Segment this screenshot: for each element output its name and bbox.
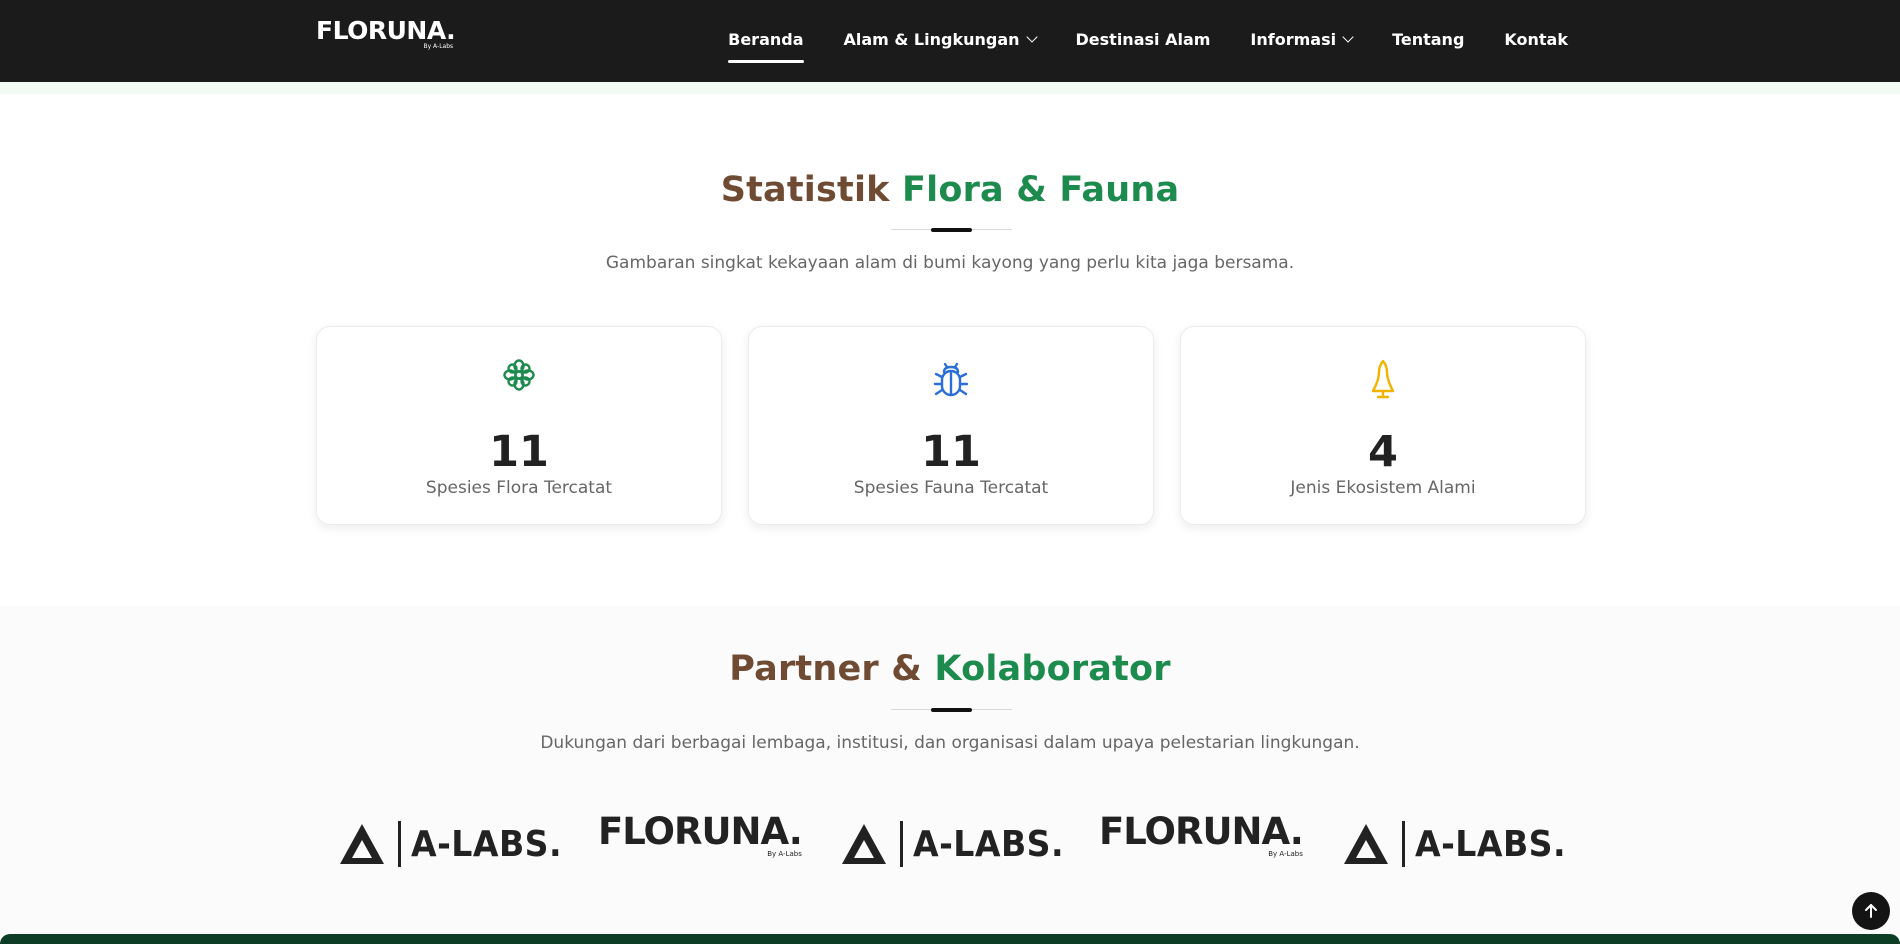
nav-tentang[interactable]: Tentang [1392, 30, 1464, 49]
brand-name: FLORUNA. [316, 16, 456, 45]
stat-value: 11 [921, 427, 981, 477]
partner-logo-text: FLORUNA. [598, 810, 803, 853]
stat-card-ekosistem: 4 Jenis Ekosistem Alami [1180, 326, 1586, 525]
partner-subtitle: Dukungan dari berbagai lembaga, institus… [540, 733, 1360, 753]
alabs-mark-icon [340, 824, 384, 864]
hero-bottom-strip [0, 82, 1900, 94]
partner-title-part1: Partner & [729, 649, 922, 689]
bug-icon [749, 358, 1153, 400]
nav-destinasi-alam[interactable]: Destinasi Alam [1076, 30, 1211, 49]
stats-title-part2: Flora & Fauna [902, 170, 1180, 210]
alabs-mark-icon [842, 824, 886, 864]
stat-label: Spesies Flora Tercatat [425, 478, 613, 498]
stat-value: 11 [489, 427, 549, 477]
nav-beranda[interactable]: Beranda [728, 29, 804, 63]
arrow-up-icon [1865, 904, 1877, 918]
stats-title: Statistik Flora & Fauna [0, 170, 1900, 210]
main-nav: Beranda Alam & Lingkungan Destinasi Alam… [728, 0, 1568, 78]
partner-title-part2: Kolaborator [934, 649, 1171, 689]
partner-logo-alabs[interactable]: A-LABS. [1340, 820, 1579, 868]
footer-top-edge [0, 934, 1900, 944]
stats-title-part1: Statistik [720, 170, 890, 210]
partner-logo-text: FLORUNA. [1099, 810, 1304, 853]
nav-label: Alam & Lingkungan [843, 29, 1020, 49]
nav-informasi[interactable]: Informasi [1250, 29, 1354, 49]
partner-logo-text: A-LABS. [1415, 823, 1567, 865]
stats-subtitle: Gambaran singkat kekayaan alam di bumi k… [605, 253, 1295, 273]
nav-label: Destinasi Alam [1075, 29, 1211, 49]
partner-logo-alabs[interactable]: A-LABS. [336, 820, 575, 868]
stat-label: Jenis Ekosistem Alami [1290, 478, 1476, 498]
nav-label: Informasi [1250, 29, 1337, 49]
partner-logo-alabs[interactable]: A-LABS. [838, 820, 1077, 868]
back-to-top-button[interactable] [1852, 892, 1890, 930]
navbar: FLORUNA. By A-Labs Beranda Alam & Lingku… [0, 0, 1900, 82]
chevron-down-icon [1025, 30, 1038, 43]
tree-icon [1181, 358, 1585, 400]
stats-divider [891, 228, 1012, 232]
partner-logo-sub: By A-Labs [767, 850, 802, 858]
stat-value: 4 [1368, 427, 1398, 477]
partner-logo-text: A-LABS. [411, 823, 563, 865]
nav-label: Tentang [1392, 29, 1465, 49]
flower-icon [317, 358, 721, 392]
partner-title: Partner & Kolaborator [0, 649, 1900, 689]
partner-divider [891, 708, 1012, 712]
partner-logo-text: A-LABS. [913, 823, 1065, 865]
partner-logo-floruna[interactable]: FLORUNA. By A-Labs [1099, 810, 1304, 859]
nav-kontak[interactable]: Kontak [1504, 30, 1568, 49]
partner-logo-sub: By A-Labs [1268, 850, 1303, 858]
chevron-down-icon [1342, 30, 1354, 43]
stat-label: Spesies Fauna Tercatat [853, 478, 1049, 498]
stat-card-flora: 11 Spesies Flora Tercatat [316, 326, 722, 525]
partner-logo-floruna[interactable]: FLORUNA. By A-Labs [598, 810, 803, 859]
brand-sub: By A-Labs [423, 43, 454, 50]
stat-card-fauna: 11 Spesies Fauna Tercatat [748, 326, 1154, 525]
nav-label: Kontak [1504, 29, 1568, 49]
brand-logo[interactable]: FLORUNA. By A-Labs [316, 16, 456, 51]
alabs-mark-icon [1344, 824, 1388, 864]
nav-label: Beranda [728, 29, 804, 49]
nav-alam-lingkungan[interactable]: Alam & Lingkungan [843, 29, 1038, 49]
